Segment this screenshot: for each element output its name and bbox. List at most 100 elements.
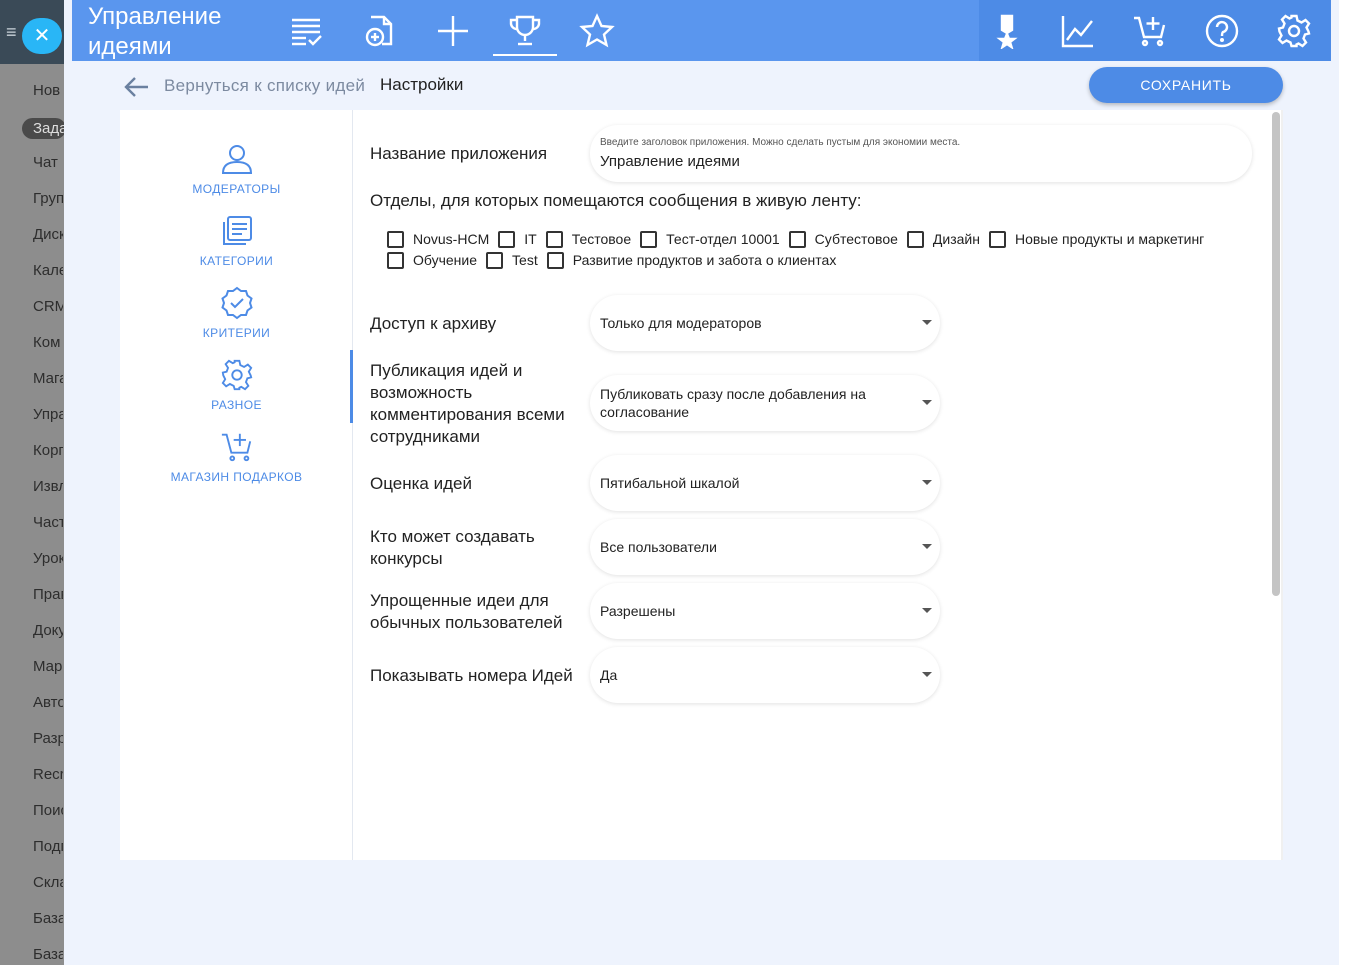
department-label: IT [524, 231, 537, 247]
nav-item-criteria[interactable]: КРИТЕРИИ [120, 286, 353, 348]
department-label: Тестовое [571, 231, 632, 247]
ideas-list-icon[interactable] [282, 8, 330, 54]
page-right-edge [1339, 0, 1354, 965]
app-name-field[interactable]: Введите заголовок приложения. Можно сдел… [590, 125, 1252, 182]
nav-item-categories[interactable]: КАТЕГОРИИ [120, 214, 353, 276]
back-arrow-icon[interactable] [122, 74, 152, 100]
gear-icon[interactable] [1270, 8, 1318, 54]
background-sidebar-item[interactable]: Нов [33, 82, 63, 99]
department-label: Дизайн [932, 231, 980, 247]
departments-label: Отделы, для которых помещаются сообщения… [370, 191, 862, 210]
cart-add-icon[interactable] [1126, 8, 1174, 54]
nav-item-label: КРИТЕРИИ [202, 326, 271, 340]
star-icon[interactable] [573, 8, 621, 54]
checkbox-icon[interactable] [486, 251, 504, 269]
checkbox-icon[interactable] [387, 230, 404, 248]
department-checkbox[interactable]: Дизайн [906, 230, 980, 248]
plus-icon[interactable] [429, 8, 477, 54]
nav-item-misc[interactable]: РАЗНОЕ [120, 358, 353, 420]
medal-icon[interactable] [983, 8, 1031, 54]
checkbox-icon[interactable] [498, 230, 516, 248]
background-sidebar-item[interactable]: Част [33, 514, 63, 531]
dropdown-caret-icon [922, 544, 932, 549]
checkbox-icon[interactable] [546, 251, 564, 269]
scrollbar-thumb[interactable] [1272, 112, 1280, 596]
save-button[interactable]: СОХРАНИТЬ [1089, 67, 1283, 103]
slider-panel: Управление идеями Вернуться к списку иде… [64, 0, 1339, 965]
background-sidebar-item[interactable]: Мага [33, 370, 63, 387]
department-checkbox[interactable]: Test [486, 251, 538, 269]
department-checkbox[interactable]: Novus-HCM [387, 230, 489, 248]
nav-item-gift-shop[interactable]: МАГАЗИН ПОДАРКОВ [120, 430, 353, 492]
checkbox-icon[interactable] [545, 230, 563, 248]
checkbox-icon[interactable] [988, 230, 1006, 248]
background-sidebar-item[interactable]: CRM [33, 298, 63, 315]
background-sidebar-item[interactable]: Прав [33, 586, 63, 603]
background-sidebar-item[interactable]: Авто [33, 694, 63, 711]
department-checkbox[interactable]: Тестовое [545, 230, 632, 248]
checkbox-icon[interactable] [788, 230, 806, 248]
dropdown-caret-icon [922, 672, 932, 677]
rating-select[interactable]: Пятибальной шкалой [590, 455, 940, 511]
background-sidebar-item[interactable]: Диск [33, 226, 63, 243]
background-sidebar-item[interactable]: База [33, 946, 63, 963]
settings-nav: МОДЕРАТОРЫ КАТЕГОРИИ КРИТЕРИИ РАЗНОЕ МАГ… [120, 110, 353, 860]
rating-value: Пятибальной шкалой [600, 475, 740, 491]
background-sidebar-item[interactable]: Поис [33, 802, 63, 819]
department-checkbox[interactable]: Субтестовое [788, 230, 898, 248]
app-name-value[interactable]: Управление идеями [600, 153, 740, 170]
background-sidebar-item[interactable]: Корп [33, 442, 63, 459]
background-sidebar-item[interactable]: Зада [22, 118, 66, 139]
background-sidebar-item[interactable]: Подп [33, 838, 63, 855]
department-label: Тест-отдел 10001 [666, 231, 780, 247]
department-checkbox[interactable]: Обучение [387, 251, 478, 269]
checkbox-icon[interactable] [640, 230, 658, 248]
close-slider-button[interactable]: ✕ [22, 18, 62, 54]
archive-access-select[interactable]: Только для модераторов [590, 295, 940, 351]
app-name-label: Название приложения [370, 144, 548, 163]
publication-label: Публикация идей и возможность комментиро… [370, 361, 565, 446]
background-sidebar-item[interactable]: Урок [33, 550, 63, 567]
background-sidebar-item[interactable]: Ком [33, 334, 63, 351]
archive-access-value: Только для модераторов [600, 315, 762, 331]
background-sidebar-item[interactable]: Извл [33, 478, 63, 495]
background-sidebar-item[interactable]: База [33, 910, 63, 927]
trophy-icon[interactable] [493, 8, 557, 56]
simple-ideas-select[interactable]: Разрешены [590, 583, 940, 639]
checkbox-icon[interactable] [906, 230, 924, 248]
background-sidebar-item[interactable]: Кале [33, 262, 63, 279]
show-numbers-label: Показывать номера Идей [370, 666, 573, 685]
back-to-ideas-link[interactable]: Вернуться к списку идей [164, 76, 365, 96]
background-sidebar-item[interactable]: Recr [33, 766, 63, 783]
department-checkbox[interactable]: Новые продукты и маркетинг [988, 230, 1204, 248]
scrollbar-track [1281, 110, 1283, 860]
menu-icon[interactable]: ≡ [6, 22, 22, 42]
checkbox-icon[interactable] [387, 251, 404, 269]
help-icon[interactable] [1198, 8, 1246, 54]
background-sidebar-item[interactable]: Чат [33, 154, 63, 171]
departments-row-1: Novus-HCM IT Тестовое Тест-отдел 10001 С… [387, 229, 1213, 249]
show-numbers-select[interactable]: Да [590, 647, 940, 703]
department-label: Test [512, 252, 538, 268]
department-checkbox[interactable]: Развитие продуктов и забота о клиентах [546, 251, 837, 269]
background-sidebar-item[interactable]: Упра [33, 406, 63, 423]
settings-content: Название приложения Введите заголовок пр… [354, 110, 1269, 860]
department-label: Обучение [413, 252, 478, 268]
nav-active-indicator [350, 350, 353, 423]
department-checkbox[interactable]: Тест-отдел 10001 [640, 230, 780, 248]
archive-access-label: Доступ к архиву [370, 314, 497, 333]
nav-item-moderators[interactable]: МОДЕРАТОРЫ [120, 142, 353, 204]
department-label: Развитие продуктов и забота о клиентах [572, 252, 837, 268]
background-sidebar-item[interactable]: Доку [33, 622, 63, 639]
background-sidebar-item[interactable]: Мар [33, 658, 63, 675]
department-checkbox[interactable]: IT [498, 230, 537, 248]
background-sidebar-item[interactable]: Скла [33, 874, 63, 891]
background-sidebar-item[interactable]: Разр [33, 730, 63, 747]
publication-value: Публиковать сразу после добавления на со… [600, 386, 866, 420]
analytics-icon[interactable] [1054, 8, 1102, 54]
add-document-icon[interactable] [356, 8, 404, 54]
publication-select[interactable]: Публиковать сразу после добавления на со… [590, 375, 940, 431]
contests-select[interactable]: Все пользователи [590, 519, 940, 575]
background-sidebar-item[interactable]: Груп [33, 190, 63, 207]
nav-item-label: МОДЕРАТОРЫ [192, 182, 281, 196]
